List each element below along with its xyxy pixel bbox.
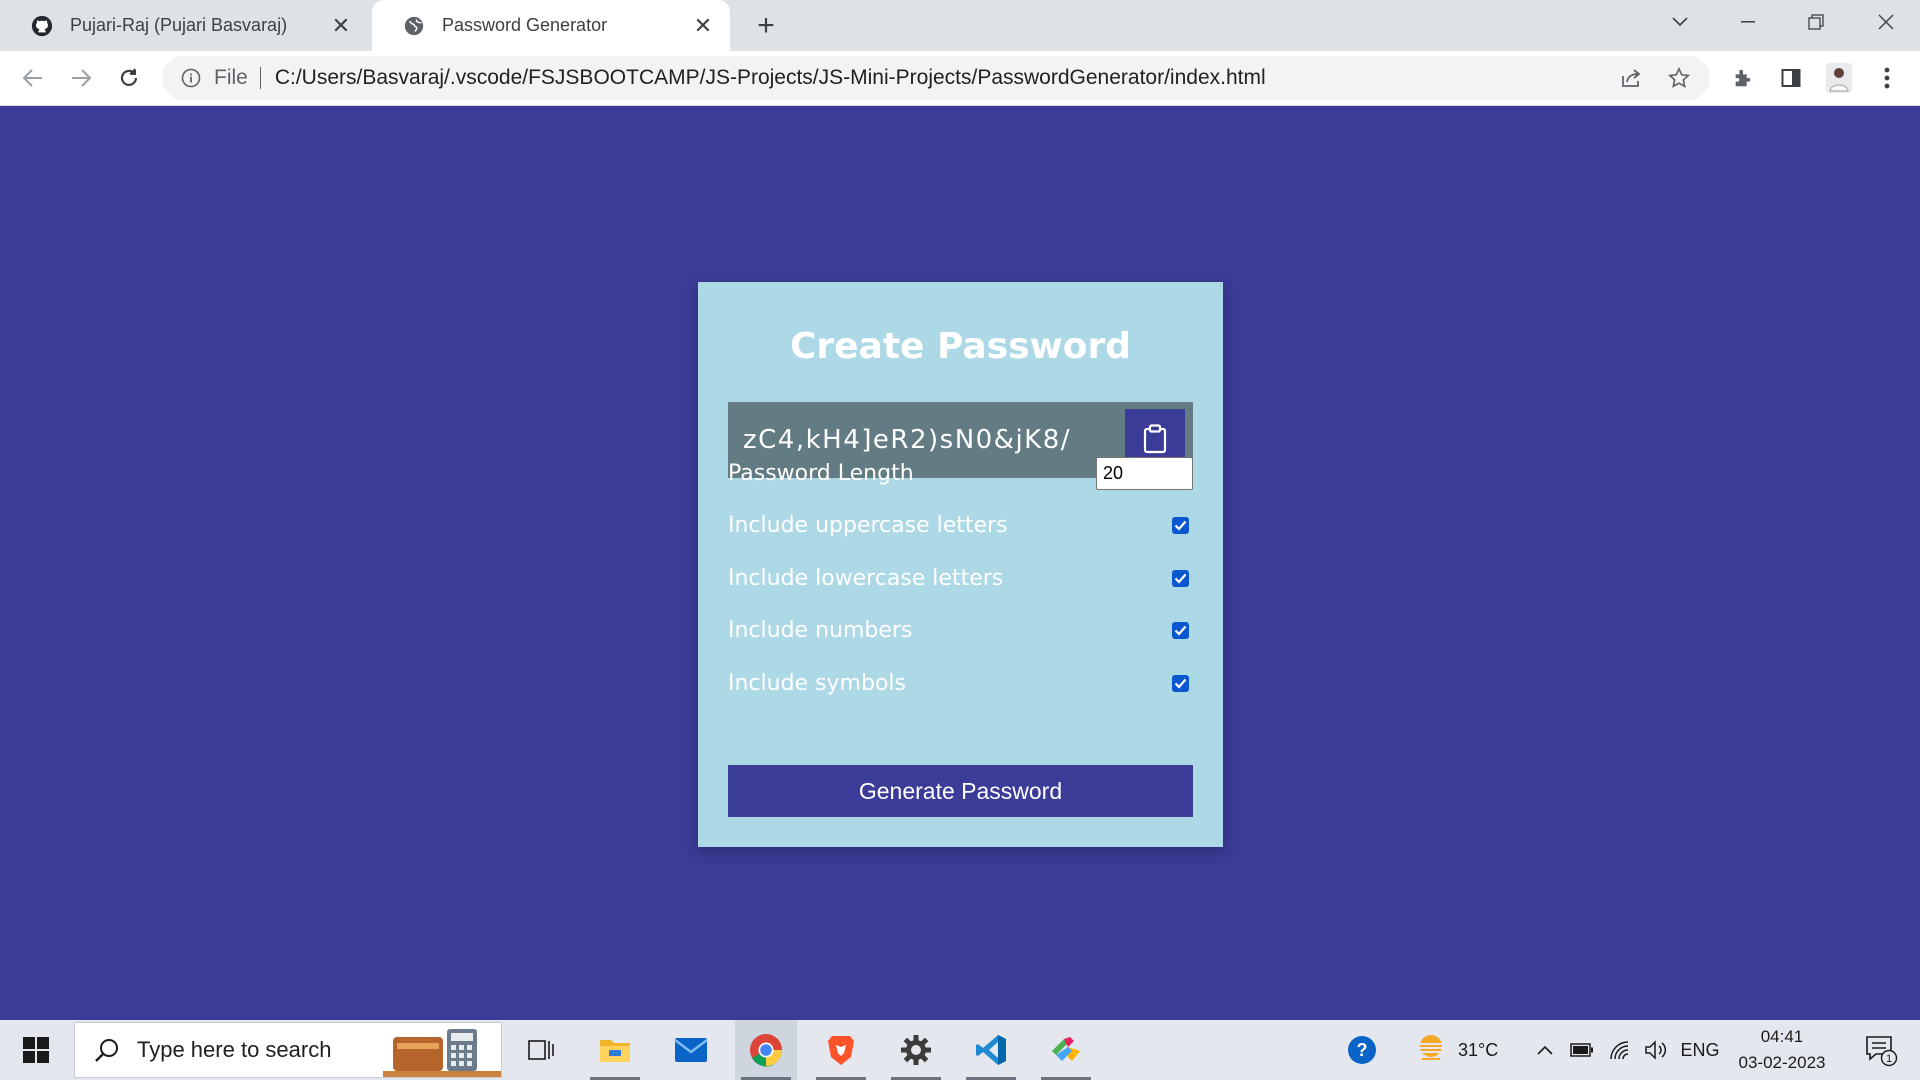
volume-icon[interactable] [1640, 1020, 1672, 1080]
url-scheme-label: File [214, 66, 248, 89]
task-view-icon[interactable] [510, 1020, 572, 1080]
numbers-label: Include numbers [728, 617, 913, 643]
brave-icon[interactable] [810, 1020, 872, 1080]
clipboard-icon [1143, 423, 1167, 457]
globe-icon [402, 14, 426, 38]
reload-icon[interactable] [110, 59, 148, 97]
side-panel-icon[interactable] [1772, 59, 1810, 97]
setting-symbols: Include symbols [728, 663, 1193, 703]
new-tab-button[interactable]: + [748, 8, 784, 44]
length-label: Password Length [728, 460, 914, 486]
tab-password-generator[interactable]: Password Generator ✕ [372, 0, 730, 51]
url-text[interactable]: C:/Users/Basvaraj/.vscode/FSJSBOOTCAMP/J… [275, 66, 1266, 90]
chevron-up-icon[interactable] [1530, 1020, 1560, 1080]
close-tab-icon[interactable]: ✕ [326, 11, 356, 41]
uppercase-checkbox[interactable] [1172, 516, 1189, 534]
tab-title: Pujari-Raj (Pujari Basvaraj) [70, 15, 288, 35]
clock-date: 03-02-2023 [1738, 1053, 1826, 1072]
setting-uppercase: Include uppercase letters [728, 505, 1193, 545]
windows-start-icon[interactable] [12, 1030, 60, 1070]
page-title: Create Password [789, 326, 1132, 367]
mail-icon[interactable] [660, 1020, 722, 1080]
settings-icon[interactable] [885, 1020, 947, 1080]
search-highlight-illustration-icon [383, 1027, 501, 1077]
tab-github[interactable]: Pujari-Raj (Pujari Basvaraj) ✕ [0, 0, 368, 51]
info-icon[interactable] [178, 65, 204, 91]
tab-title: Password Generator [442, 15, 608, 35]
tab-search-icon[interactable] [1652, 0, 1708, 44]
symbols-label: Include symbols [728, 670, 906, 696]
browser-toolbar: File C:/Users/Basvaraj/.vscode/FSJSBOOTC… [0, 51, 1920, 106]
language-indicator[interactable]: ENG [1678, 1020, 1722, 1080]
bookmark-star-icon[interactable] [1663, 62, 1695, 94]
more-menu-icon[interactable] [1868, 59, 1906, 97]
close-tab-icon[interactable]: ✕ [688, 11, 718, 41]
vscode-icon[interactable] [960, 1020, 1022, 1080]
back-arrow-icon[interactable] [14, 59, 52, 97]
file-explorer-icon[interactable] [584, 1020, 646, 1080]
lowercase-checkbox[interactable] [1172, 569, 1189, 587]
taskbar-search[interactable]: Type here to search [74, 1022, 502, 1078]
github-icon [30, 14, 54, 38]
symbols-checkbox[interactable] [1172, 674, 1189, 692]
clock-time: 04:41 [1760, 1027, 1804, 1046]
windows-taskbar: Type here to search ? 31°C ENG 04:41 03-… [0, 1020, 1920, 1080]
setting-length: Password Length [728, 453, 1193, 493]
battery-icon[interactable] [1566, 1020, 1598, 1080]
svg-text:?: ? [1357, 1040, 1368, 1060]
url-separator [259, 67, 261, 89]
git-icon[interactable] [1035, 1020, 1097, 1080]
forward-arrow-icon[interactable] [62, 59, 100, 97]
weather-widget[interactable]: 31°C [1414, 1020, 1522, 1080]
close-window-icon[interactable] [1858, 0, 1914, 44]
setting-lowercase: Include lowercase letters [728, 558, 1193, 598]
system-clock[interactable]: 04:41 03-02-2023 [1728, 1024, 1836, 1076]
minimize-icon[interactable] [1720, 0, 1776, 44]
share-icon[interactable] [1615, 62, 1647, 94]
address-bar[interactable]: File C:/Users/Basvaraj/.vscode/FSJSBOOTC… [162, 56, 1710, 100]
notification-count: 1 [1886, 1053, 1892, 1065]
search-placeholder: Type here to search [137, 1037, 332, 1062]
chrome-icon[interactable] [735, 1020, 797, 1080]
search-icon [89, 1032, 125, 1068]
profile-avatar[interactable] [1820, 59, 1858, 97]
help-icon[interactable]: ? [1340, 1020, 1384, 1080]
restore-icon[interactable] [1788, 0, 1844, 44]
tab-strip: Pujari-Raj (Pujari Basvaraj) ✕ Password … [0, 0, 1920, 51]
length-input[interactable] [1096, 456, 1193, 490]
setting-numbers: Include numbers [728, 610, 1193, 650]
weather-temp: 31°C [1458, 1039, 1499, 1060]
wifi-icon[interactable] [1604, 1020, 1636, 1080]
password-generator-card: Create Password zC4,kH4]eR2)sN0&jK8/ Pas… [698, 282, 1223, 847]
weather-sun-icon [1414, 1033, 1448, 1068]
lowercase-label: Include lowercase letters [728, 565, 1004, 591]
uppercase-label: Include uppercase letters [728, 512, 1008, 538]
notifications-icon[interactable]: 1 [1854, 1020, 1908, 1080]
numbers-checkbox[interactable] [1172, 621, 1189, 639]
generate-password-button[interactable]: Generate Password [728, 765, 1193, 817]
extensions-icon[interactable] [1724, 59, 1762, 97]
